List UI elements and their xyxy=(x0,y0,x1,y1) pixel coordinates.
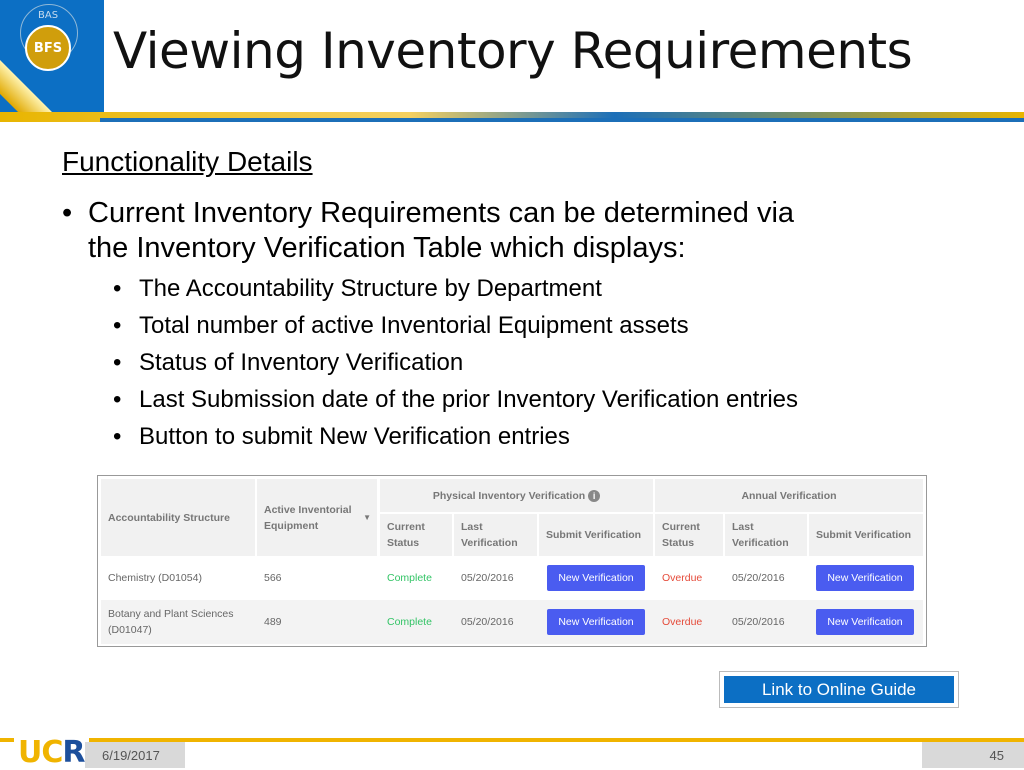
header-current-status: Current Status xyxy=(380,514,452,556)
sort-down-icon[interactable]: ▼ xyxy=(363,510,371,526)
status-complete: Complete xyxy=(387,572,432,584)
cell-structure: Botany and Plant Sciences (D01047) xyxy=(108,608,234,636)
ucr-logo: UCR xyxy=(14,735,89,770)
online-guide-link[interactable]: Link to Online Guide xyxy=(719,671,959,708)
footer-date: 6/19/2017 xyxy=(85,742,185,768)
cell-last: 05/20/2016 xyxy=(732,572,785,584)
header-annual-last: Last Verification xyxy=(725,514,807,556)
page-number: 45 xyxy=(922,742,1024,768)
status-overdue: Overdue xyxy=(662,616,703,628)
cell-active: 489 xyxy=(264,616,282,628)
bullet-line: the Inventory Verification Table which d… xyxy=(88,232,686,264)
header-accountability[interactable]: Accountability Structure xyxy=(101,479,255,556)
cell-last: 05/20/2016 xyxy=(732,616,785,628)
bfs-badge: BFS xyxy=(25,25,71,71)
header-stripe-blue xyxy=(100,118,1024,122)
new-verification-button[interactable]: New Verification xyxy=(816,565,914,591)
header-annual: Annual Verification xyxy=(655,479,923,512)
status-complete: Complete xyxy=(387,616,432,628)
info-icon[interactable]: i xyxy=(588,489,601,502)
new-verification-button[interactable]: New Verification xyxy=(547,565,645,591)
cell-active: 566 xyxy=(264,572,282,584)
bullet-line: Current Inventory Requirements can be de… xyxy=(88,197,795,229)
header-physical: Physical Inventory Verification i xyxy=(380,479,653,512)
bullet-icon: • xyxy=(62,197,73,229)
table-row: Botany and Plant Sciences (D01047) 489 C… xyxy=(101,600,923,644)
cell-structure: Chemistry (D01054) xyxy=(108,572,202,584)
header-active[interactable]: Active Inventorial Equipment ▼ xyxy=(257,479,377,556)
new-verification-button[interactable]: New Verification xyxy=(816,609,914,635)
table-row: Chemistry (D01054) 566 Complete 05/20/20… xyxy=(98,558,926,598)
header-annual-status: Current Status xyxy=(655,514,723,556)
bfs-logo: BAS BFS xyxy=(0,0,104,120)
slide-title: Viewing Inventory Requirements xyxy=(113,22,913,80)
bas-label: BAS xyxy=(38,10,59,21)
header-submit: Submit Verification xyxy=(539,514,653,556)
cell-last: 05/20/2016 xyxy=(461,572,514,584)
status-overdue: Overdue xyxy=(662,572,703,584)
new-verification-button[interactable]: New Verification xyxy=(547,609,645,635)
header-last-verification: Last Verification xyxy=(454,514,537,556)
section-heading: Functionality Details xyxy=(62,146,313,177)
inventory-verification-table: Accountability Structure Active Inventor… xyxy=(97,475,927,647)
online-guide-link-label[interactable]: Link to Online Guide xyxy=(724,676,954,703)
cell-last: 05/20/2016 xyxy=(461,616,514,628)
header-annual-submit: Submit Verification xyxy=(809,514,923,556)
